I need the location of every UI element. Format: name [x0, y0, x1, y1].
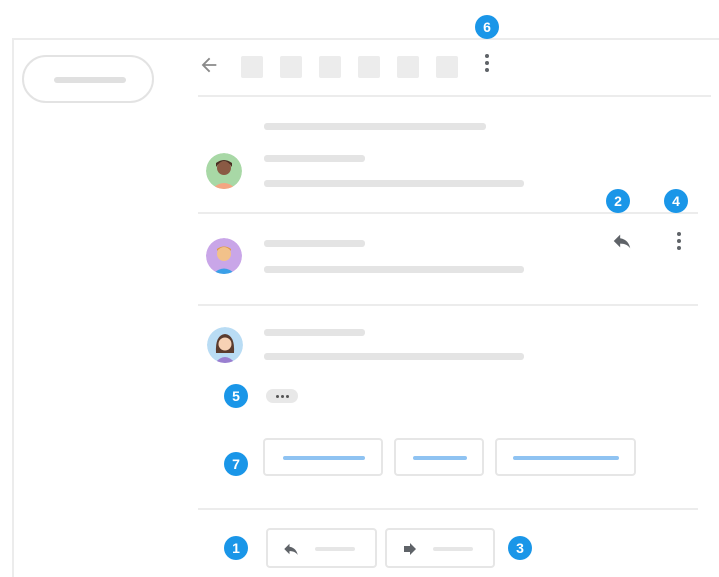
- toolbar-action-report[interactable]: [280, 56, 302, 78]
- smart-reply-chip[interactable]: [394, 438, 484, 476]
- back-arrow-icon[interactable]: [198, 54, 220, 76]
- toolbar-action-mark[interactable]: [358, 56, 380, 78]
- message-sender-placeholder: [264, 329, 365, 336]
- reply-icon[interactable]: [611, 230, 633, 252]
- message-divider: [198, 304, 698, 306]
- message-snippet-placeholder: [264, 266, 524, 273]
- badge-reply: 2: [606, 189, 630, 213]
- smart-reply-label-placeholder: [513, 456, 619, 460]
- avatar: [206, 153, 242, 189]
- compose-label-placeholder: [54, 77, 126, 83]
- window-left-border: [12, 38, 14, 577]
- smart-reply-label-placeholder: [413, 456, 467, 460]
- message-snippet-placeholder: [264, 353, 524, 360]
- reply-label-placeholder: [315, 547, 355, 551]
- expand-quoted-text-button[interactable]: [266, 389, 298, 403]
- window-top-border: [12, 38, 719, 40]
- avatar: [207, 327, 243, 363]
- badge-message-more: 4: [664, 189, 688, 213]
- message-more-icon[interactable]: [676, 232, 682, 250]
- reply-icon: [284, 543, 298, 555]
- toolbar-action-archive[interactable]: [241, 56, 263, 78]
- toolbar-action-delete[interactable]: [319, 56, 341, 78]
- badge-smart-replies: 7: [224, 452, 248, 476]
- toolbar-divider: [198, 95, 711, 97]
- badge-forward-button: 3: [508, 536, 532, 560]
- subject-placeholder: [264, 123, 486, 130]
- forward-button[interactable]: [385, 528, 495, 568]
- smart-reply-chip[interactable]: [263, 438, 383, 476]
- badge-thread-more: 6: [475, 15, 499, 39]
- badge-reply-button: 1: [224, 536, 248, 560]
- footer-divider: [198, 508, 698, 510]
- badge-expand: 5: [224, 384, 248, 408]
- toolbar-action-move[interactable]: [436, 56, 458, 78]
- smart-reply-label-placeholder: [283, 456, 365, 460]
- message-sender-placeholder: [264, 240, 365, 247]
- message-snippet-placeholder: [264, 180, 524, 187]
- message-divider: [198, 212, 698, 214]
- toolbar-action-snooze[interactable]: [397, 56, 419, 78]
- compose-button[interactable]: [22, 55, 154, 103]
- smart-reply-chip[interactable]: [495, 438, 636, 476]
- reply-button[interactable]: [266, 528, 377, 568]
- avatar: [206, 238, 242, 274]
- thread-more-icon[interactable]: [484, 54, 490, 72]
- forward-label-placeholder: [433, 547, 473, 551]
- message-sender-placeholder: [264, 155, 365, 162]
- forward-icon: [404, 543, 416, 555]
